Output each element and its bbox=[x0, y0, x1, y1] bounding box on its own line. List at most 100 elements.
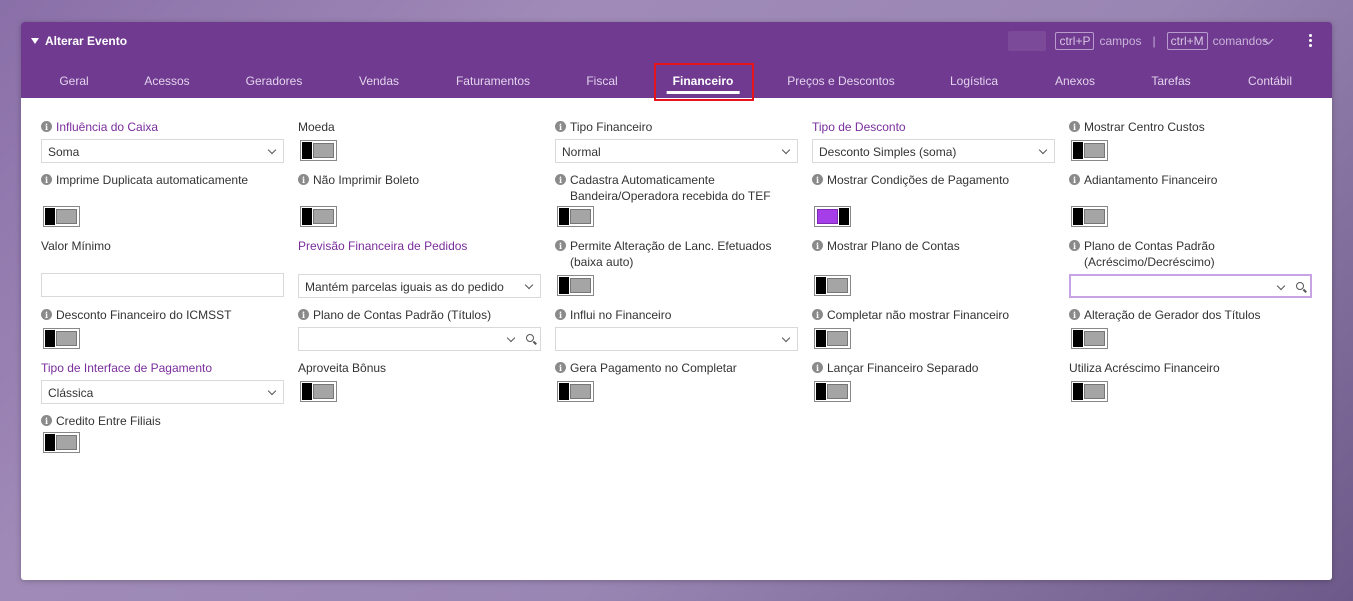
gera-pagamento-label: i Gera Pagamento no Completar bbox=[555, 360, 737, 376]
tab-vendas[interactable]: Vendas bbox=[359, 74, 399, 88]
chevron-down-icon bbox=[781, 333, 791, 343]
tab-acessos[interactable]: Acessos bbox=[144, 74, 189, 88]
chevron-down-icon bbox=[1038, 145, 1048, 155]
plano-contas-acrescimo-label: i Plano de Contas Padrão (Acréscimo/Decré… bbox=[1069, 238, 1289, 270]
active-tab-highlight bbox=[654, 63, 754, 101]
info-icon: i bbox=[298, 174, 309, 185]
aproveita-bonus-toggle[interactable] bbox=[300, 381, 337, 402]
alteracao-gerador-toggle[interactable] bbox=[1071, 328, 1108, 349]
desconto-icmsst-label: i Desconto Financeiro do ICMSST bbox=[41, 307, 231, 323]
mostrar-centro-custos-toggle[interactable] bbox=[1071, 140, 1108, 161]
lancar-separado-label: i Lançar Financeiro Separado bbox=[812, 360, 978, 376]
info-icon: i bbox=[555, 121, 566, 132]
info-icon: i bbox=[1069, 121, 1080, 132]
tab-faturamentos[interactable]: Faturamentos bbox=[456, 74, 530, 88]
info-icon: i bbox=[298, 309, 309, 320]
imprime-duplicata-label: i Imprime Duplicata automaticamente bbox=[41, 172, 248, 188]
influi-financeiro-label: i Influi no Financeiro bbox=[555, 307, 671, 323]
chevron-down-icon bbox=[267, 145, 277, 155]
plano-contas-titulos-label: i Plano de Contas Padrão (Títulos) bbox=[298, 307, 491, 323]
completar-nao-mostrar-toggle[interactable] bbox=[814, 328, 851, 349]
tab-contabil[interactable]: Contábil bbox=[1248, 74, 1292, 88]
info-icon: i bbox=[41, 121, 52, 132]
completar-nao-mostrar-label: i Completar não mostrar Financeiro bbox=[812, 307, 1009, 323]
previsao-pedidos-label: Previsão Financeira de Pedidos bbox=[298, 239, 468, 253]
utiliza-acrescimo-label: Utiliza Acréscimo Financeiro bbox=[1069, 361, 1220, 375]
credito-filiais-label: i Credito Entre Filiais bbox=[41, 413, 161, 429]
plano-contas-titulos-select[interactable] bbox=[298, 327, 541, 351]
influencia-caixa-label: i Influência do Caixa bbox=[41, 119, 158, 135]
info-icon: i bbox=[555, 362, 566, 373]
tipo-desconto-select[interactable]: Desconto Simples (soma) bbox=[812, 139, 1055, 163]
credito-filiais-toggle[interactable] bbox=[43, 432, 80, 453]
info-icon: i bbox=[812, 240, 823, 251]
info-icon: i bbox=[1069, 309, 1080, 320]
collapse-caret-icon[interactable] bbox=[31, 38, 39, 44]
lancar-separado-toggle[interactable] bbox=[814, 381, 851, 402]
info-icon: i bbox=[41, 174, 52, 185]
nao-imprimir-boleto-label: i Não Imprimir Boleto bbox=[298, 172, 419, 188]
tab-tarefas[interactable]: Tarefas bbox=[1151, 74, 1190, 88]
utiliza-acrescimo-toggle[interactable] bbox=[1071, 381, 1108, 402]
tab-geradores[interactable]: Geradores bbox=[246, 74, 303, 88]
adiantamento-label: i Adiantamento Financeiro bbox=[1069, 172, 1217, 188]
fields-shortcut-label[interactable]: campos bbox=[1099, 34, 1141, 48]
mostrar-condicoes-toggle[interactable] bbox=[814, 206, 851, 227]
tipo-interface-select[interactable]: Clássica bbox=[41, 380, 284, 404]
permite-alteracao-label: i Permite Alteração de Lanc. Efetuados (b… bbox=[555, 238, 785, 270]
tab-geral[interactable]: Geral bbox=[59, 74, 88, 88]
window-title[interactable]: Alterar Evento bbox=[31, 34, 127, 48]
more-options-icon[interactable] bbox=[1309, 34, 1312, 47]
chevron-down-icon bbox=[524, 280, 534, 290]
chevron-down-icon bbox=[1276, 281, 1286, 291]
tab-precos-descontos[interactable]: Preços e Descontos bbox=[787, 74, 894, 88]
info-icon: i bbox=[555, 240, 566, 251]
imprime-duplicata-toggle[interactable] bbox=[43, 206, 80, 227]
desconto-icmsst-toggle[interactable] bbox=[43, 328, 80, 349]
info-icon: i bbox=[555, 309, 566, 320]
valor-minimo-label: Valor Mínimo bbox=[41, 239, 111, 253]
moeda-label: Moeda bbox=[298, 120, 335, 134]
influi-financeiro-select[interactable] bbox=[555, 327, 798, 351]
info-icon: i bbox=[555, 174, 566, 185]
alterar-evento-window: Alterar Evento ctrl+P campos | ctrl+M co… bbox=[21, 22, 1332, 580]
tipo-desconto-label: Tipo de Desconto bbox=[812, 120, 906, 134]
info-icon: i bbox=[41, 415, 52, 426]
info-icon: i bbox=[812, 309, 823, 320]
permite-alteracao-toggle[interactable] bbox=[557, 275, 594, 296]
nao-imprimir-boleto-toggle[interactable] bbox=[300, 206, 337, 227]
cadastra-bandeira-label: i Cadastra Automaticamente Bandeira/Opera… bbox=[555, 172, 785, 204]
moeda-toggle[interactable] bbox=[300, 140, 337, 161]
mostrar-plano-contas-label: i Mostrar Plano de Contas bbox=[812, 238, 960, 254]
shortcut-placeholder bbox=[1008, 31, 1047, 51]
tipo-financeiro-select[interactable]: Normal bbox=[555, 139, 798, 163]
tipo-financeiro-label: i Tipo Financeiro bbox=[555, 119, 652, 135]
tab-anexos[interactable]: Anexos bbox=[1055, 74, 1095, 88]
mostrar-plano-contas-toggle[interactable] bbox=[814, 275, 851, 296]
mostrar-centro-custos-label: i Mostrar Centro Custos bbox=[1069, 119, 1205, 135]
search-icon[interactable] bbox=[526, 334, 534, 342]
shortcuts-bar: ctrl+P campos | ctrl+M comandos bbox=[1008, 31, 1268, 51]
info-icon: i bbox=[1069, 174, 1080, 185]
cadastra-bandeira-toggle[interactable] bbox=[557, 206, 594, 227]
chevron-down-icon bbox=[267, 386, 277, 396]
adiantamento-toggle[interactable] bbox=[1071, 206, 1108, 227]
search-icon[interactable] bbox=[1296, 282, 1304, 290]
plano-contas-acrescimo-select[interactable] bbox=[1069, 274, 1312, 298]
window-title-text: Alterar Evento bbox=[45, 34, 128, 48]
info-icon: i bbox=[812, 174, 823, 185]
tab-logistica[interactable]: Logística bbox=[950, 74, 998, 88]
aproveita-bonus-label: Aproveita Bônus bbox=[298, 361, 387, 375]
info-icon: i bbox=[1069, 240, 1080, 251]
valor-minimo-input[interactable] bbox=[41, 273, 284, 297]
chevron-down-icon bbox=[781, 145, 791, 155]
influencia-caixa-select[interactable]: Soma bbox=[41, 139, 284, 163]
info-icon: i bbox=[41, 309, 52, 320]
commands-shortcut-label[interactable]: comandos bbox=[1213, 34, 1268, 48]
mostrar-condicoes-label: i Mostrar Condições de Pagamento bbox=[812, 172, 1009, 188]
gera-pagamento-toggle[interactable] bbox=[557, 381, 594, 402]
tab-fiscal[interactable]: Fiscal bbox=[586, 74, 617, 88]
previsao-pedidos-select[interactable]: Mantém parcelas iguais as do pedido bbox=[298, 274, 541, 298]
tipo-interface-label: Tipo de Interface de Pagamento bbox=[41, 361, 212, 375]
alteracao-gerador-label: i Alteração de Gerador dos Títulos bbox=[1069, 307, 1261, 323]
